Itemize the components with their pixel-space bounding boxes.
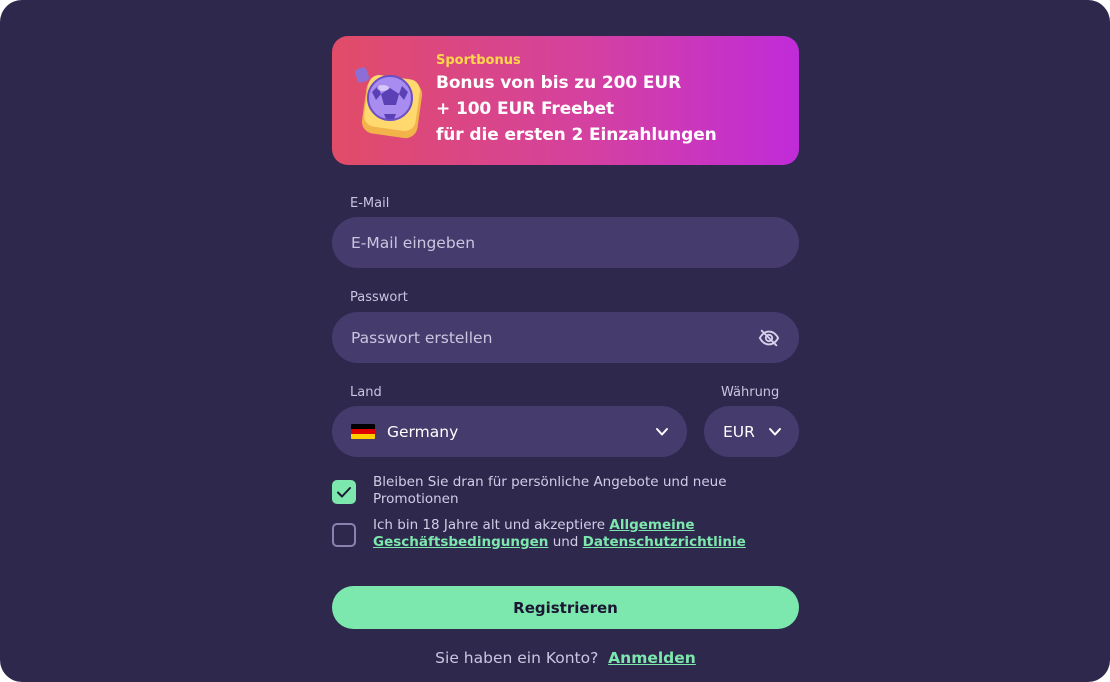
banner-line-1: Bonus von bis zu 200 EUR [436,73,682,93]
chevron-down-icon [656,428,668,436]
login-link[interactable]: Anmelden [608,649,696,667]
checkmark-icon [337,487,351,498]
banner-line-2: + 100 EUR Freebet [436,99,615,119]
register-button[interactable]: Registrieren [332,586,799,629]
currency-value: EUR [723,422,755,441]
privacy-link[interactable]: Datenschutzrichtlinie [583,534,746,550]
password-field[interactable]: Passwort erstellen [332,312,799,363]
email-field[interactable]: E-Mail eingeben [332,217,799,268]
password-placeholder: Passwort erstellen [351,328,493,347]
soccer-ball-icon [354,67,423,139]
currency-label: Währung [721,385,780,400]
password-label: Passwort [350,290,408,305]
country-label: Land [350,385,382,400]
terms-and: und [548,534,583,550]
login-prompt: Sie haben ein Konto? Anmelden [332,649,799,667]
chevron-down-icon [769,428,781,436]
banner-tag: Sportbonus [436,53,521,68]
email-label: E-Mail [350,196,390,211]
country-value: Germany [387,422,459,441]
currency-select[interactable]: EUR [704,406,799,457]
terms-consent-text: Ich bin 18 Jahre alt und akzeptiere Allg… [373,517,773,551]
banner-line-3: für die ersten 2 Einzahlungen [436,125,717,145]
promo-consent-checkbox[interactable] [332,480,356,504]
login-question: Sie haben ein Konto? [435,649,599,667]
email-placeholder: E-Mail eingeben [351,233,476,252]
registration-page: Sportbonus Bonus von bis zu 200 EUR + 10… [0,0,1110,682]
eye-off-icon[interactable] [758,327,780,349]
terms-consent-checkbox[interactable] [332,523,356,547]
sport-bonus-banner: Sportbonus Bonus von bis zu 200 EUR + 10… [332,36,799,165]
promo-consent-text: Bleiben Sie dran für persönliche Angebot… [373,474,727,507]
terms-prefix: Ich bin 18 Jahre alt und akzeptiere [373,517,610,533]
country-select[interactable]: Germany [332,406,687,457]
germany-flag-icon [351,424,375,439]
banner-text: Sportbonus Bonus von bis zu 200 EUR + 10… [436,52,717,148]
registration-form: Sportbonus Bonus von bis zu 200 EUR + 10… [332,36,799,667]
